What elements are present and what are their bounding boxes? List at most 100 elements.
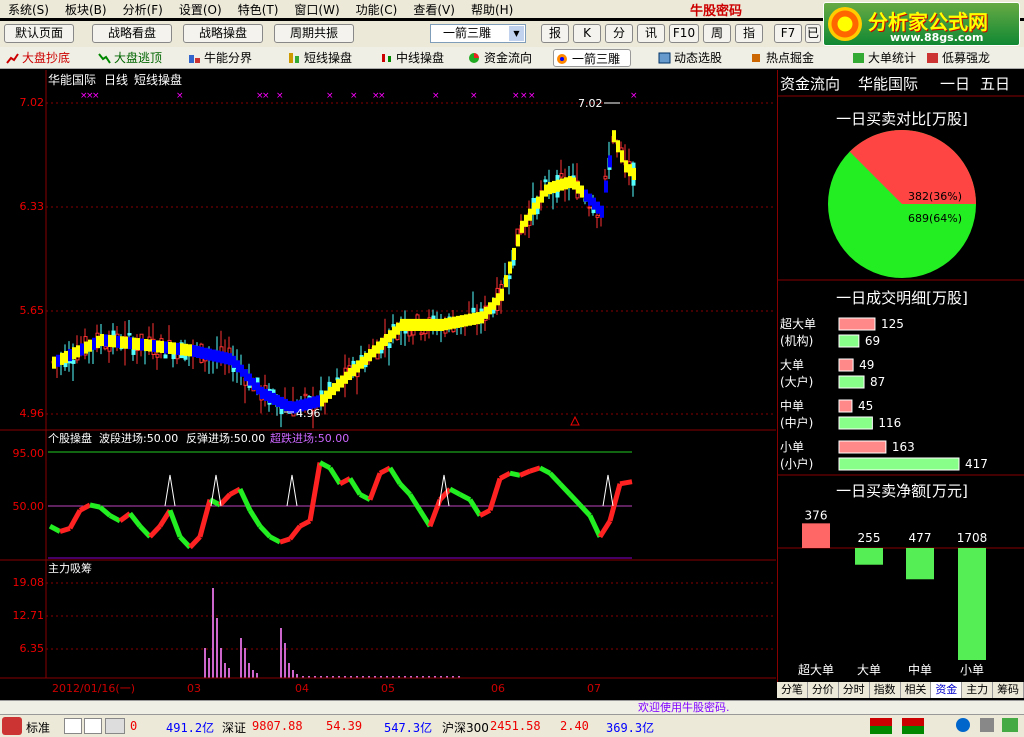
kline-chart[interactable]: 华能国际 日线 短线操盘 7.02 6.33 5.65 4.96 ××× × ×× ×… xyxy=(0,70,776,698)
osc-segment xyxy=(167,509,183,538)
index-button[interactable]: 指 xyxy=(735,24,763,43)
detail-sell-bar xyxy=(838,358,854,372)
trend-band xyxy=(224,352,228,365)
sz-change: 54.39 xyxy=(326,719,363,733)
tab-intraday[interactable]: 分时 xyxy=(839,682,870,698)
menu-help[interactable]: 帮助(H) xyxy=(463,1,521,18)
pie-title: 一日买卖对比[万股] xyxy=(836,110,968,128)
strategy-watch-button[interactable]: 战略看盘 xyxy=(92,24,172,43)
tab-related[interactable]: 相关 xyxy=(901,682,932,698)
osc-segment xyxy=(448,486,462,497)
vol-title: 主力吸筹 xyxy=(48,561,92,575)
date-tick: 06 xyxy=(491,682,505,695)
trend-band xyxy=(596,201,600,214)
tab-ticks[interactable]: 分笔 xyxy=(777,682,808,698)
trend-band xyxy=(88,339,92,352)
tab-hot-spot[interactable]: 热点掘金 xyxy=(748,49,814,67)
moon-icon[interactable] xyxy=(64,718,82,734)
detail-buy-bar xyxy=(838,416,873,430)
detail-buy-bar xyxy=(838,334,860,348)
keyboard-icon[interactable] xyxy=(105,718,125,734)
vol-tick: 6.35 xyxy=(20,642,45,655)
trend-band xyxy=(568,176,572,189)
strategy-trade-button[interactable]: 战略操盘 xyxy=(183,24,263,43)
menu-analysis[interactable]: 分析(F) xyxy=(115,1,171,18)
tab-market-top[interactable]: 大盘逃顶 xyxy=(96,49,162,67)
globe-icon[interactable] xyxy=(956,718,970,732)
settings-icon[interactable] xyxy=(980,718,994,732)
trend-band xyxy=(548,182,552,195)
period-resonance-button[interactable]: 周期共振 xyxy=(274,24,354,43)
updown-icon[interactable] xyxy=(870,718,892,734)
tab-chips[interactable]: 筹码 xyxy=(993,682,1024,698)
app-icon[interactable] xyxy=(2,717,22,735)
volume-bar xyxy=(292,670,294,678)
menu-function[interactable]: 功能(C) xyxy=(348,1,406,18)
tab-big-order[interactable]: 大单统计 xyxy=(850,49,916,67)
k-button[interactable]: K xyxy=(573,24,601,43)
tab-mid-trade[interactable]: 中线操盘 xyxy=(378,49,444,67)
default-page-button[interactable]: 默认页面 xyxy=(4,24,74,43)
trend-band xyxy=(288,400,292,413)
candle-body xyxy=(559,173,564,178)
trend-band xyxy=(324,390,328,403)
period-one-day[interactable]: 一日 xyxy=(940,75,970,93)
standard-button[interactable]: 标准 xyxy=(26,719,50,736)
menu-view[interactable]: 查看(V) xyxy=(405,1,463,18)
tab-index[interactable]: 指数 xyxy=(870,682,901,698)
f7-button[interactable]: F7 xyxy=(774,24,802,43)
volume-bar xyxy=(280,628,282,678)
right-panel-tabs: 分笔 分价 分时 指数 相关 资金 主力 筹码 xyxy=(777,682,1024,698)
trend-band xyxy=(220,351,224,364)
tab-label: 低募强龙 xyxy=(942,51,991,65)
trend-band xyxy=(52,356,56,369)
trend-band xyxy=(572,177,576,190)
osc-title: 个股操盘 xyxy=(48,431,92,445)
tab-main-force[interactable]: 主力 xyxy=(962,682,994,698)
table-icon xyxy=(853,53,864,63)
signal-x-mark: × xyxy=(378,91,386,101)
tab-money-flow[interactable]: 资金流向 xyxy=(466,49,532,67)
dots-icon[interactable] xyxy=(84,718,102,734)
detail-sell-bar xyxy=(838,317,876,331)
report-button[interactable]: 报 xyxy=(541,24,569,43)
candle-body xyxy=(471,307,476,313)
tab-strong-dragon[interactable]: 低募强龙 xyxy=(924,49,990,67)
tab-bull-divide[interactable]: 牛能分界 xyxy=(186,49,252,67)
network-icon[interactable] xyxy=(1002,718,1018,732)
tab-dynamic-screen[interactable]: 动态选股 xyxy=(656,49,722,67)
menu-system[interactable]: 系统(S) xyxy=(0,1,57,18)
tab-three-arrows[interactable]: 一箭三雕 xyxy=(553,49,631,67)
menu-sector[interactable]: 板块(B) xyxy=(57,1,115,18)
volume-bar xyxy=(212,588,214,678)
osc-segment xyxy=(558,482,572,497)
trend-up-icon xyxy=(6,53,19,64)
f10-button[interactable]: F10 xyxy=(669,24,699,43)
extra-button[interactable]: 已 xyxy=(805,24,821,43)
period-five-day[interactable]: 五日 xyxy=(980,75,1010,93)
updown-icon[interactable] xyxy=(902,718,924,734)
trend-band xyxy=(284,398,288,411)
trend-band xyxy=(376,341,380,354)
menu-special[interactable]: 特色(T) xyxy=(230,1,287,18)
minute-button[interactable]: 分 xyxy=(605,24,633,43)
formula-select[interactable]: 一箭三雕 ▼ xyxy=(430,24,526,43)
chevron-down-icon[interactable]: ▼ xyxy=(509,26,524,41)
tab-market-bottom[interactable]: 大盘抄底 xyxy=(4,49,70,67)
menu-window[interactable]: 窗口(W) xyxy=(286,1,347,18)
tab-funds[interactable]: 资金 xyxy=(931,682,963,698)
osc-segment xyxy=(67,509,83,530)
candle-body xyxy=(103,346,108,350)
news-button[interactable]: 讯 xyxy=(637,24,665,43)
peak-signal-mark xyxy=(602,474,614,507)
tab-price-dist[interactable]: 分价 xyxy=(808,682,839,698)
tab-short-trade[interactable]: 短线操盘 xyxy=(286,49,352,67)
trend-band xyxy=(616,140,620,153)
trend-band xyxy=(260,386,264,399)
week-button[interactable]: 周 xyxy=(703,24,731,43)
osc-segment xyxy=(148,524,162,539)
signal-x-mark: × xyxy=(432,91,440,101)
trend-band xyxy=(576,181,580,194)
trend-band xyxy=(112,335,116,348)
menu-settings[interactable]: 设置(O) xyxy=(171,1,230,18)
